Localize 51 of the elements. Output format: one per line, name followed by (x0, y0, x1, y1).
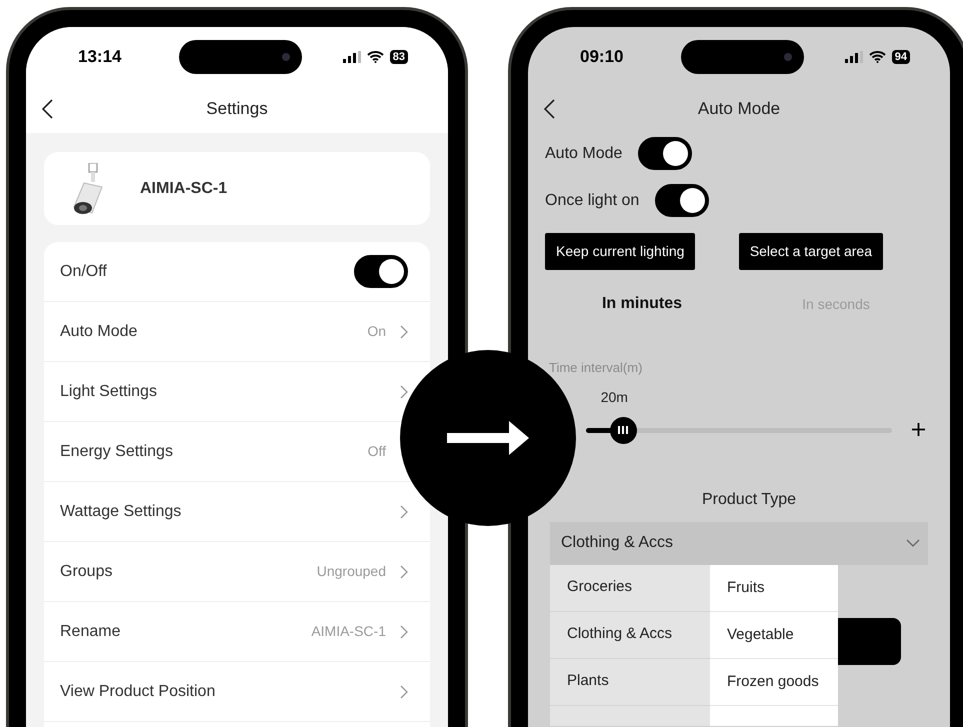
toggle-label: Auto Mode (545, 144, 622, 164)
toggle-switch[interactable] (655, 184, 710, 217)
battery-level: 83 (390, 50, 408, 64)
wifi-icon (868, 51, 886, 63)
toggle-switch[interactable] (354, 255, 408, 288)
setting-label: Auto Mode (60, 322, 138, 342)
subcategory-option[interactable]: Frozen goods (710, 658, 838, 706)
subcategory-option[interactable]: Fruits (710, 564, 838, 612)
setting-value: Off (368, 442, 386, 461)
device-name: AIMIA-SC-1 (140, 178, 228, 198)
chevron-right-icon (400, 384, 408, 398)
slider-thumb[interactable] (610, 416, 637, 444)
screen-title: Settings (206, 98, 268, 120)
product-type-dropdown[interactable]: Clothing & Accs (550, 522, 928, 564)
setting-value: On (367, 322, 386, 341)
setting-label: View Product Position (60, 682, 216, 702)
wifi-icon (366, 51, 384, 63)
arrow-right-icon (447, 421, 529, 455)
section-title: Product Type (702, 490, 796, 510)
status-time: 09:10 (580, 46, 624, 68)
slider-value: 20m (600, 388, 628, 406)
interval-tab[interactable]: In minutes (602, 292, 682, 316)
setting-label: Energy Settings (60, 442, 173, 462)
chevron-right-icon (400, 504, 408, 518)
back-icon[interactable] (544, 99, 556, 119)
back-icon[interactable] (42, 99, 54, 119)
device-card[interactable]: AIMIA-SC-1 (44, 152, 430, 225)
setting-label: Wattage Settings (60, 502, 182, 522)
signal-icon (342, 51, 361, 63)
signal-icon (844, 51, 863, 63)
setting-label: Rename (60, 622, 120, 642)
setting-label: Light Settings (60, 382, 157, 402)
action-button[interactable]: Select a target area (738, 233, 883, 270)
action-button[interactable]: Keep current lighting (545, 233, 696, 270)
screen-title: Auto Mode (698, 98, 780, 120)
plus-icon[interactable] (912, 423, 925, 436)
setting-label: Groups (60, 562, 112, 582)
battery-level: 94 (892, 50, 910, 64)
chevron-right-icon (400, 564, 408, 578)
interval-label: Time interval(m) (549, 359, 642, 377)
status-time: 13:14 (78, 46, 122, 68)
chevron-down-icon (906, 539, 920, 547)
setting-value: Ungrouped (316, 562, 386, 581)
subcategory-option[interactable]: Vegetable (710, 612, 838, 658)
setting-label: On/Off (60, 262, 107, 282)
chevron-right-icon (400, 324, 408, 338)
setting-value: AIMIA-SC-1 (311, 622, 386, 641)
toggle-switch[interactable] (638, 137, 692, 170)
toggle-label: Once light on (545, 190, 640, 210)
chevron-right-icon (400, 624, 408, 638)
chevron-right-icon (400, 684, 408, 698)
